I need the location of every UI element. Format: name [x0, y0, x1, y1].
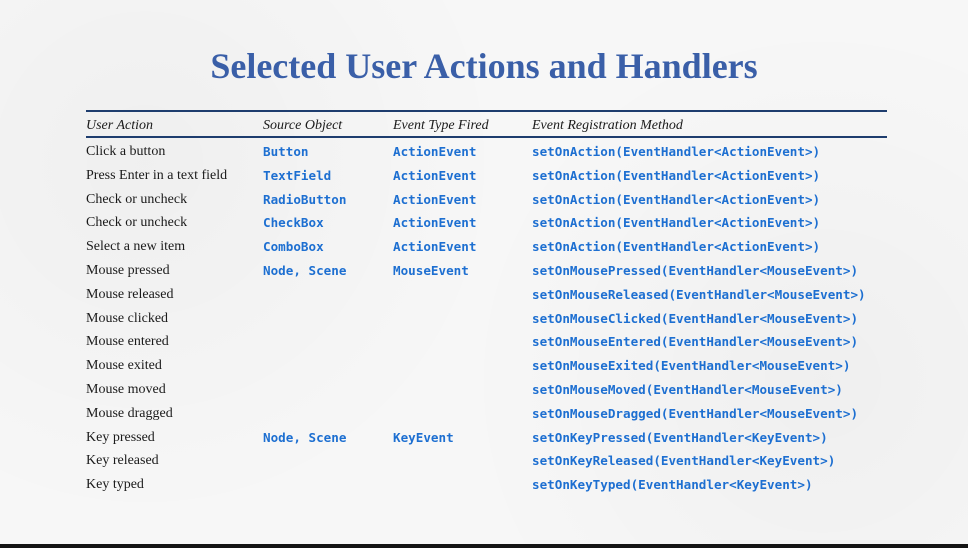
table-row: Mouse dragged setOnMouseDragged(EventHand…: [86, 402, 887, 426]
cell-user-action: Key released: [86, 453, 159, 469]
cell-source-object: Button: [263, 144, 309, 159]
cell-source-object: TextField: [263, 167, 332, 183]
table-row: Mouse pressed Node, Scene MouseEvent setOnM…: [86, 259, 887, 283]
table-row: Check or uncheck CheckBox ActionEvent setOn…: [86, 211, 887, 235]
cell-registration-method: setOnMouseExited(EventHandler<MouseEvent…: [532, 358, 851, 374]
table-row: Click a button Button ActionEvent setOnActi…: [86, 140, 887, 164]
cell-user-action: Mouse entered: [86, 334, 169, 350]
table-header: User Action Source Object Event Type Fir…: [86, 112, 887, 136]
table-row: Mouse moved setOnMouseMoved(EventHandler<…: [86, 378, 887, 402]
cell-user-action: Press Enter in a text field: [86, 167, 228, 183]
table-row: Select a new item ComboBox ActionEvent setO…: [86, 235, 887, 259]
header-source-object: Source Object: [263, 118, 343, 133]
cell-source-object: RadioButton: [263, 191, 347, 207]
cell-source-object: Node, Scene: [263, 429, 347, 445]
table-row: Key pressed Node, Scene KeyEvent setOnKeyPr…: [86, 426, 887, 450]
cell-registration-method: setOnAction(EventHandler<ActionEvent>): [532, 215, 821, 231]
cell-registration-method: setOnMouseEntered(EventHandler<MouseEven…: [532, 334, 859, 350]
cell-registration-method: setOnKeyPressed(EventHandler<KeyEvent>): [532, 429, 828, 445]
cell-event-type: KeyEvent: [393, 429, 454, 445]
cell-registration-method: setOnAction(EventHandler<ActionEvent>): [532, 167, 821, 183]
cell-registration-method: setOnMouseReleased(EventHandler<MouseEve…: [532, 286, 866, 302]
table-row: Mouse clicked setOnMouseClicked(EventHand…: [86, 307, 887, 331]
bottom-bar: [0, 544, 968, 548]
cell-registration-method: setOnAction(EventHandler<ActionEvent>): [532, 191, 821, 207]
table-row: Key typed setOnKeyTyped(EventHandler<KeyE…: [86, 473, 887, 497]
cell-user-action: Key pressed: [86, 429, 155, 445]
cell-event-type: ActionEvent: [393, 191, 477, 207]
cell-user-action: Click a button: [86, 144, 166, 159]
slide-title: Selected User Actions and Handlers: [210, 46, 758, 86]
cell-registration-method: setOnAction(EventHandler<ActionEvent>): [532, 239, 821, 255]
table-row: Check or uncheck RadioButton ActionEvent se…: [86, 188, 887, 212]
cell-registration-method: setOnMouseDragged(EventHandler<MouseEven…: [532, 405, 859, 421]
header-event-type: Event Type Fired: [393, 118, 489, 133]
cell-user-action: Check or uncheck: [86, 191, 188, 207]
cell-registration-method: setOnKeyReleased(EventHandler<KeyEvent>): [532, 453, 836, 469]
cell-event-type: ActionEvent: [393, 144, 477, 159]
cell-event-type: ActionEvent: [393, 215, 477, 231]
slide: Selected User Actions and Handlers User …: [0, 0, 968, 544]
table-row: Mouse exited setOnMouseExited(EventHandle…: [86, 354, 887, 378]
cell-registration-method: setOnMouseMoved(EventHandler<MouseEvent>…: [532, 382, 843, 397]
cell-source-object: ComboBox: [263, 239, 324, 255]
cell-source-object: Node, Scene: [263, 263, 347, 278]
cell-user-action: Mouse exited: [86, 358, 162, 374]
cell-registration-method: setOnAction(EventHandler<ActionEvent>): [532, 144, 821, 159]
cell-user-action: Mouse released: [86, 286, 174, 302]
cell-user-action: Key typed: [86, 477, 144, 493]
cell-event-type: ActionEvent: [393, 167, 477, 183]
table-row: Mouse entered setOnMouseEntered(EventHand…: [86, 330, 887, 354]
header-registration-method: Event Registration Method: [532, 118, 683, 133]
table-row: Key released setOnKeyReleased(EventHandle…: [86, 449, 887, 473]
cell-registration-method: setOnMousePressed(EventHandler<MouseEven…: [532, 263, 859, 278]
cell-registration-method: setOnKeyTyped(EventHandler<KeyEvent>): [532, 477, 813, 493]
cell-user-action: Check or uncheck: [86, 215, 188, 231]
header-user-action: User Action: [86, 118, 154, 133]
cell-user-action: Mouse moved: [86, 382, 166, 397]
table-row: Mouse released setOnMouseReleased(EventHa…: [86, 283, 887, 307]
cell-user-action: Mouse dragged: [86, 405, 173, 421]
cell-user-action: Mouse clicked: [86, 310, 169, 326]
table-header-rule: [86, 136, 887, 138]
cell-source-object: CheckBox: [263, 215, 324, 231]
cell-registration-method: setOnMouseClicked(EventHandler<MouseEven…: [532, 310, 859, 326]
cell-event-type: MouseEvent: [393, 263, 469, 278]
cell-event-type: ActionEvent: [393, 239, 477, 255]
cell-user-action: Mouse pressed: [86, 263, 170, 278]
table-row: Press Enter in a text field TextField Acti…: [86, 164, 887, 188]
cell-user-action: Select a new item: [86, 239, 186, 255]
